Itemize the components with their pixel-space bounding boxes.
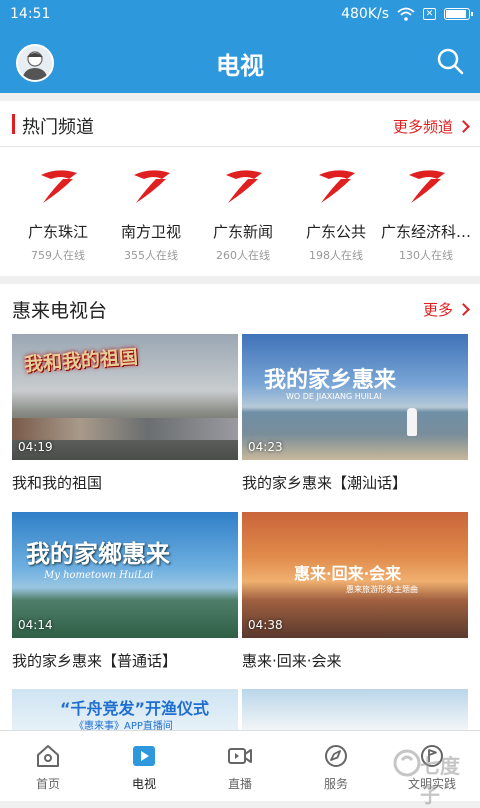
channel-viewers: 198人在线: [309, 249, 363, 262]
channel-name: 南方卫视: [120, 223, 181, 241]
channel-name: 广东新闻: [212, 223, 273, 241]
channel-logo-icon: [319, 170, 355, 203]
video-thumbnail: 惠来·回来·会来 惠来旅游形象主题曲 04:38: [242, 512, 468, 638]
video-camera-icon: [228, 748, 252, 764]
channel-item[interactable]: 广东珠江 759人在线: [12, 165, 104, 263]
section-marker: [12, 114, 15, 134]
page-title: 电视: [216, 52, 264, 80]
channel-item[interactable]: 南方卫视 355人在线: [105, 165, 197, 263]
no-sim-icon: ✕: [423, 7, 436, 20]
video-item[interactable]: “千舟竞发”开渔仪式 《惠来事》APP直播间: [12, 689, 238, 730]
video-thumbnail: 我和我的祖国 04:19: [12, 334, 238, 460]
channel-item[interactable]: 广东新闻 260人在线: [197, 165, 289, 263]
huilai-tv-title: 惠来电视台: [12, 300, 108, 322]
video-duration: 04:19: [18, 440, 53, 454]
video-thumbnail: [242, 689, 468, 730]
more-videos-label: 更多: [422, 301, 453, 319]
thumbnail-overlay-sub: WO DE JIAXIANG HUILAI: [286, 392, 382, 401]
video-item[interactable]: 我的家鄉惠来 My hometown HuiLai 04:14 我的家乡惠来【普…: [12, 512, 238, 671]
channel-logo-icon: [226, 170, 262, 203]
channel-viewers: 130人在线: [399, 249, 453, 262]
more-videos-link[interactable]: 更多: [422, 299, 470, 320]
video-duration: 04:14: [18, 618, 53, 632]
channel-viewers: 355人在线: [124, 249, 178, 262]
chevron-right-icon: [457, 120, 470, 133]
channel-logo-icon: [41, 170, 77, 203]
channel-list: 广东珠江 759人在线 南方卫视 355人在线 广东新闻 260人在线 广东公共…: [0, 147, 480, 275]
thumbnail-overlay: “千舟竞发”开渔仪式: [60, 699, 210, 718]
video-item[interactable]: 我的家乡惠来 WO DE JIAXIANG HUILAI 04:23 我的家乡惠…: [242, 334, 468, 493]
video-thumbnail: 我的家乡惠来 WO DE JIAXIANG HUILAI 04:23: [242, 334, 468, 460]
thumbnail-overlay: 惠来·回来·会来: [294, 564, 402, 583]
tab-tv[interactable]: 电视: [96, 731, 192, 801]
hot-channels-title: 热门频道: [22, 117, 94, 138]
video-duration: 04:23: [248, 440, 283, 454]
thumbnail-figure: [407, 408, 417, 436]
tab-service[interactable]: 服务: [288, 731, 384, 801]
home-icon: [37, 745, 59, 767]
video-duration: 04:38: [248, 618, 283, 632]
compass-icon: [325, 745, 347, 767]
thumbnail-overlay: 我和我的祖国: [23, 346, 139, 376]
channel-name: 广东珠江: [27, 223, 88, 241]
thumbnail-overlay-sub: 《惠来事》APP直播间: [74, 721, 173, 730]
watermark-icon: [393, 749, 421, 777]
huilai-tv-header: 惠来电视台 更多: [0, 284, 480, 329]
channel-viewers: 759人在线: [31, 249, 85, 262]
chevron-right-icon: [457, 303, 470, 316]
tab-label: 直播: [227, 777, 252, 791]
video-title: 我的家乡惠来【潮汕话】: [242, 474, 408, 492]
channel-logo-icon: [134, 170, 170, 203]
video-item[interactable]: 我和我的祖国 04:19 我和我的祖国: [12, 334, 238, 493]
tab-label: 首页: [35, 777, 60, 791]
tab-live[interactable]: 直播: [192, 731, 288, 801]
video-thumbnail: “千舟竞发”开渔仪式 《惠来事》APP直播间: [12, 689, 238, 730]
channel-item[interactable]: 广东公共 198人在线: [290, 165, 382, 263]
more-channels-link[interactable]: 更多频道: [392, 116, 470, 137]
tab-label: 服务: [323, 777, 348, 791]
thumbnail-scene: [12, 418, 238, 440]
search-icon[interactable]: [436, 47, 464, 75]
network-speed: 480K/s: [341, 5, 389, 22]
video-item[interactable]: 惠来·回来·会来 惠来旅游形象主题曲 04:38 惠来·回来·会来: [242, 512, 468, 671]
app-bar: 电视: [0, 27, 480, 93]
video-title: 我和我的祖国: [12, 474, 103, 492]
status-bar: 14:51 480K/s ✕: [0, 0, 480, 27]
channel-name: 广东公共: [305, 223, 366, 241]
channel-viewers: 260人在线: [216, 249, 270, 262]
channel-logo-icon: [409, 170, 445, 203]
tab-home[interactable]: 首页: [0, 731, 96, 801]
watermark-text: 七度子: [420, 754, 460, 807]
tv-play-icon: [133, 746, 155, 766]
hot-channels-section: 热门频道 更多频道 广东珠江 759人在线 南方卫视 355人在线 广东新闻 2…: [0, 101, 480, 276]
hot-channels-header: 热门频道 更多频道: [0, 101, 480, 147]
status-time: 14:51: [10, 5, 51, 22]
battery-icon: [444, 7, 473, 20]
video-title: 惠来·回来·会来: [242, 652, 342, 670]
tab-label: 电视: [131, 777, 156, 791]
video-item[interactable]: [242, 689, 468, 730]
thumbnail-overlay: 我的家鄉惠来: [26, 539, 170, 568]
wifi-icon: [397, 7, 415, 21]
huilai-tv-section: 惠来电视台 更多 我和我的祖国 04:19 我和我的祖国 我的家乡惠来 WO D…: [0, 284, 480, 730]
watermark-logo: 七度子: [392, 738, 474, 807]
more-channels-label: 更多频道: [392, 118, 453, 136]
video-title: 我的家乡惠来【普通话】: [12, 652, 178, 670]
battery-fill: [446, 9, 466, 18]
thumbnail-overlay: 我的家乡惠来: [264, 367, 397, 393]
video-thumbnail: 我的家鄉惠来 My hometown HuiLai 04:14: [12, 512, 238, 638]
channel-item[interactable]: 广东经济科… 130人在线: [380, 165, 472, 263]
thumbnail-overlay-sub: My hometown HuiLai: [44, 570, 154, 581]
channel-name: 广东经济科…: [380, 223, 471, 241]
thumbnail-overlay-sub: 惠来旅游形象主题曲: [346, 585, 418, 594]
